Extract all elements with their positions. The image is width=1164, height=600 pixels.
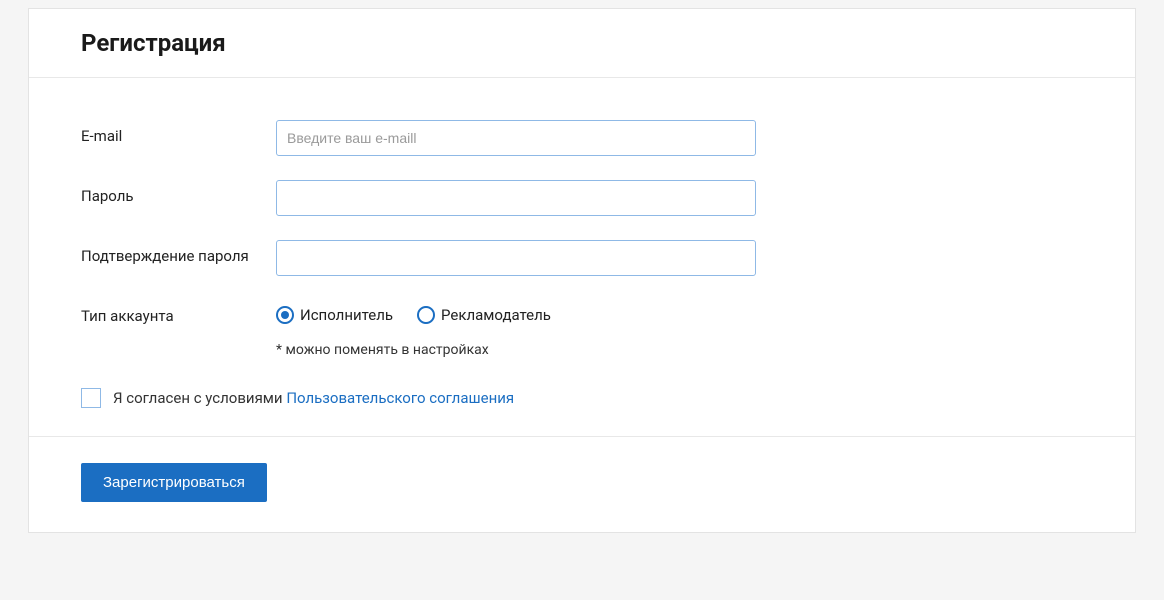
confirm-password-row: Подтверждение пароля	[81, 240, 1083, 276]
registration-card: Регистрация E-mail Пароль Подтверждение …	[28, 8, 1136, 533]
radio-advertiser[interactable]: Рекламодатель	[417, 306, 551, 324]
confirm-password-label: Подтверждение пароля	[81, 240, 276, 265]
card-header: Регистрация	[29, 9, 1135, 78]
email-row: E-mail	[81, 120, 1083, 156]
agreement-text: Я согласен с условиями Пользовательского…	[113, 389, 514, 407]
radio-circle-icon	[417, 306, 435, 324]
account-type-row: Тип аккаунта Исполнитель Рекламодатель *…	[81, 300, 1083, 358]
email-field[interactable]	[276, 120, 756, 156]
agreement-checkbox[interactable]	[81, 388, 101, 408]
password-field[interactable]	[276, 180, 756, 216]
account-type-radio-group: Исполнитель Рекламодатель	[276, 300, 756, 324]
email-label: E-mail	[81, 120, 276, 145]
card-body: E-mail Пароль Подтверждение пароля Тип а…	[29, 78, 1135, 437]
password-row: Пароль	[81, 180, 1083, 216]
submit-button[interactable]: Зарегистрироваться	[81, 463, 267, 502]
agreement-prefix: Я согласен с условиями	[113, 389, 286, 407]
confirm-password-field[interactable]	[276, 240, 756, 276]
password-label: Пароль	[81, 180, 276, 205]
radio-performer-label: Исполнитель	[300, 306, 393, 324]
radio-performer[interactable]: Исполнитель	[276, 306, 393, 324]
page-title: Регистрация	[81, 29, 1083, 57]
account-type-label: Тип аккаунта	[81, 300, 276, 325]
radio-circle-icon	[276, 306, 294, 324]
account-type-hint: * можно поменять в настройках	[276, 342, 756, 358]
radio-advertiser-label: Рекламодатель	[441, 306, 551, 324]
card-footer: Зарегистрироваться	[29, 437, 1135, 532]
agreement-row: Я согласен с условиями Пользовательского…	[81, 388, 1083, 408]
agreement-link[interactable]: Пользовательского соглашения	[286, 389, 514, 407]
